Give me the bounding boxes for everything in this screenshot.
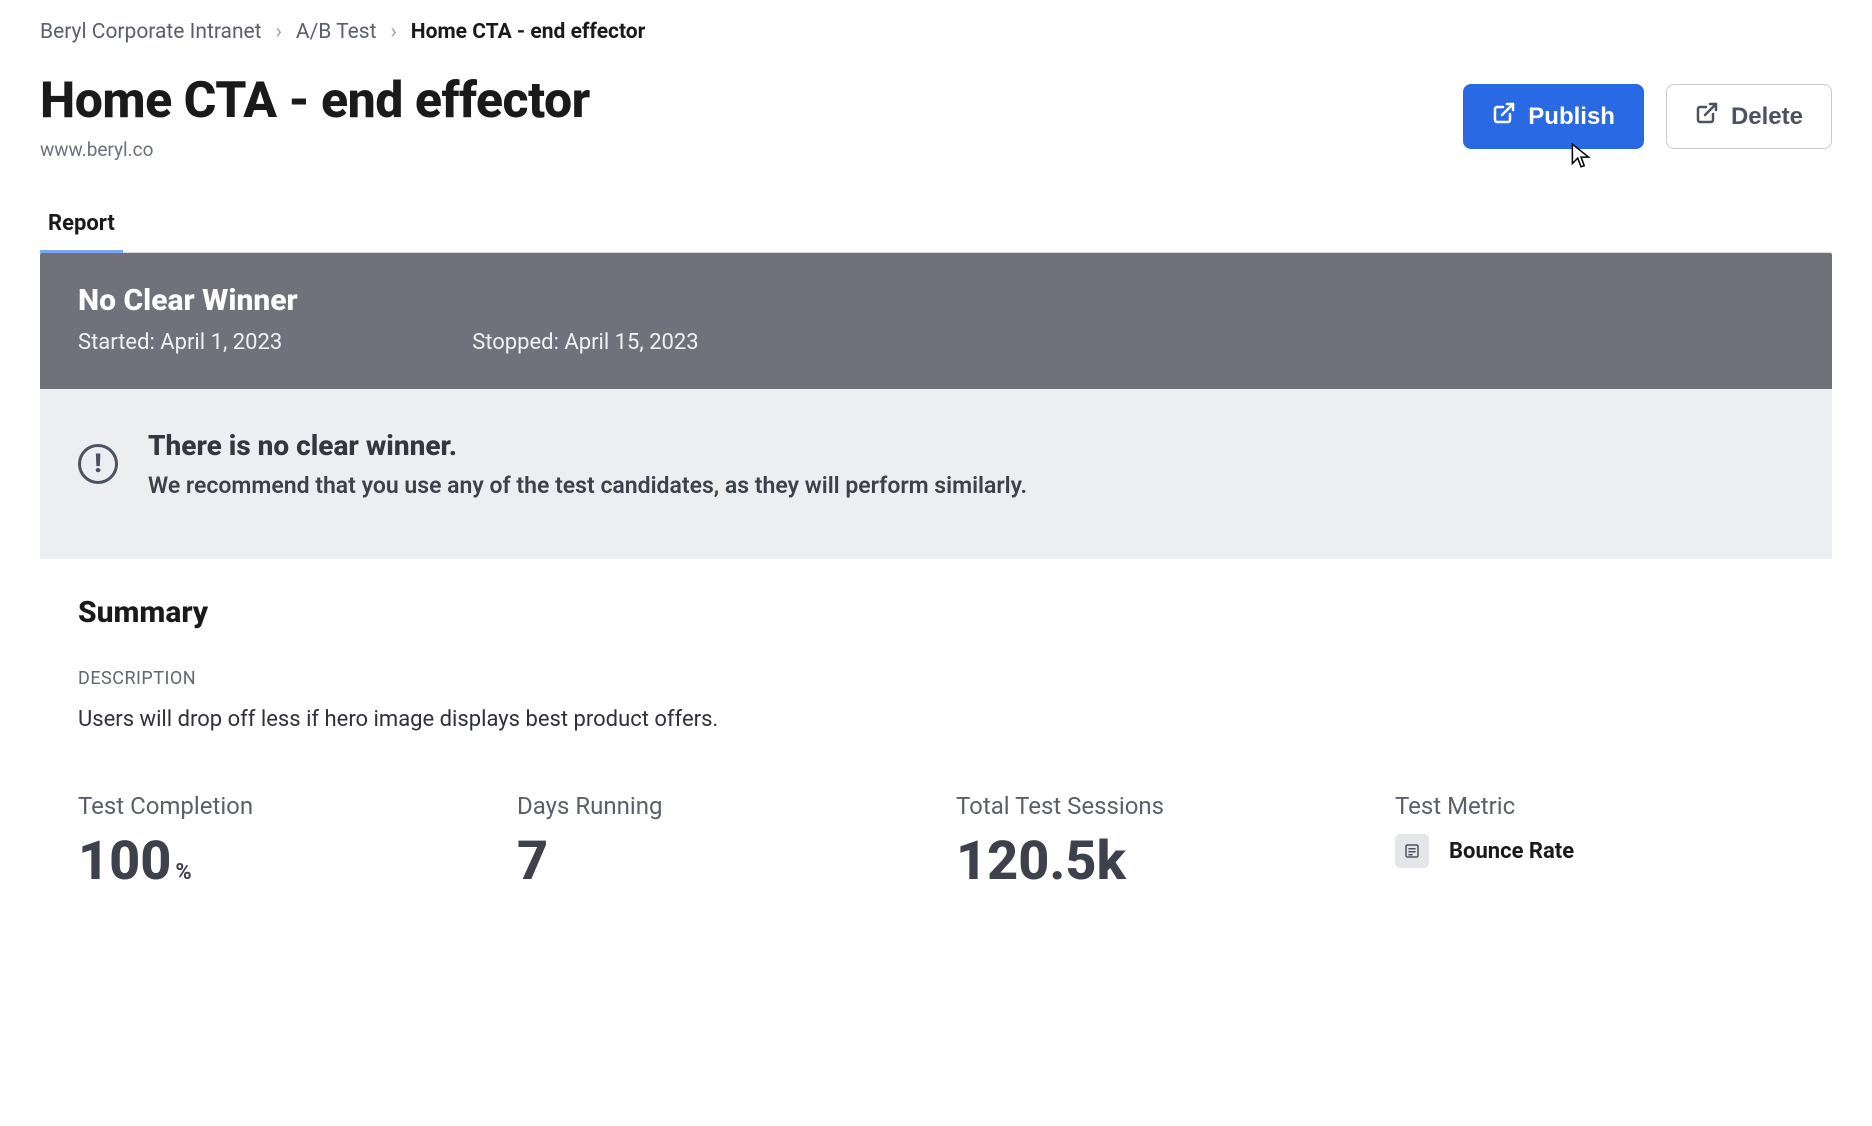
publish-button-label: Publish — [1528, 103, 1615, 131]
metric-name: Bounce Rate — [1449, 839, 1574, 864]
banner-started: Started: April 1, 2023 — [78, 330, 282, 355]
alert-icon: ! — [78, 444, 118, 484]
summary-title: Summary — [78, 595, 1794, 630]
page-title: Home CTA - end effector — [40, 72, 590, 130]
breadcrumb-item-current: Home CTA - end effector — [411, 20, 646, 44]
publish-button[interactable]: Publish — [1463, 84, 1644, 149]
description-text: Users will drop off less if hero image d… — [78, 707, 1794, 732]
stat-label: Total Test Sessions — [956, 792, 1355, 820]
tabs: Report — [40, 197, 1832, 253]
stat-sessions: Total Test Sessions 120.5k — [956, 792, 1355, 893]
stat-label: Days Running — [517, 792, 916, 820]
description-label: DESCRIPTION — [78, 668, 1794, 689]
delete-button[interactable]: Delete — [1666, 84, 1832, 149]
external-link-icon — [1695, 101, 1719, 132]
breadcrumb-item-abtest[interactable]: A/B Test — [296, 20, 377, 44]
chevron-right-icon: › — [390, 20, 396, 44]
stat-value: 100 — [78, 830, 171, 893]
page-subtitle: www.beryl.co — [40, 138, 590, 161]
stat-label: Test Completion — [78, 792, 477, 820]
external-link-icon — [1492, 101, 1516, 132]
breadcrumb-item-root[interactable]: Beryl Corporate Intranet — [40, 20, 262, 44]
stat-label: Test Metric — [1395, 792, 1794, 820]
delete-button-label: Delete — [1731, 103, 1803, 131]
result-banner: No Clear Winner Started: April 1, 2023 S… — [40, 253, 1832, 389]
stat-completion: Test Completion 100 % — [78, 792, 477, 893]
banner-stopped: Stopped: April 15, 2023 — [472, 330, 698, 355]
stat-metric: Test Metric Bounce Rate — [1395, 792, 1794, 893]
tab-report[interactable]: Report — [40, 197, 123, 252]
stat-value: 120.5k — [956, 830, 1126, 893]
metric-icon — [1395, 834, 1429, 868]
summary-card: Summary DESCRIPTION Users will drop off … — [40, 559, 1832, 963]
chevron-right-icon: › — [276, 20, 282, 44]
stat-unit: % — [175, 860, 191, 885]
info-note: ! There is no clear winner. We recommend… — [40, 389, 1832, 559]
stat-value: 7 — [517, 830, 548, 893]
banner-title: No Clear Winner — [78, 283, 1794, 318]
note-body: We recommend that you use any of the tes… — [148, 472, 1027, 499]
stat-days: Days Running 7 — [517, 792, 916, 893]
breadcrumb: Beryl Corporate Intranet › A/B Test › Ho… — [40, 20, 1832, 44]
note-heading: There is no clear winner. — [148, 429, 1027, 462]
